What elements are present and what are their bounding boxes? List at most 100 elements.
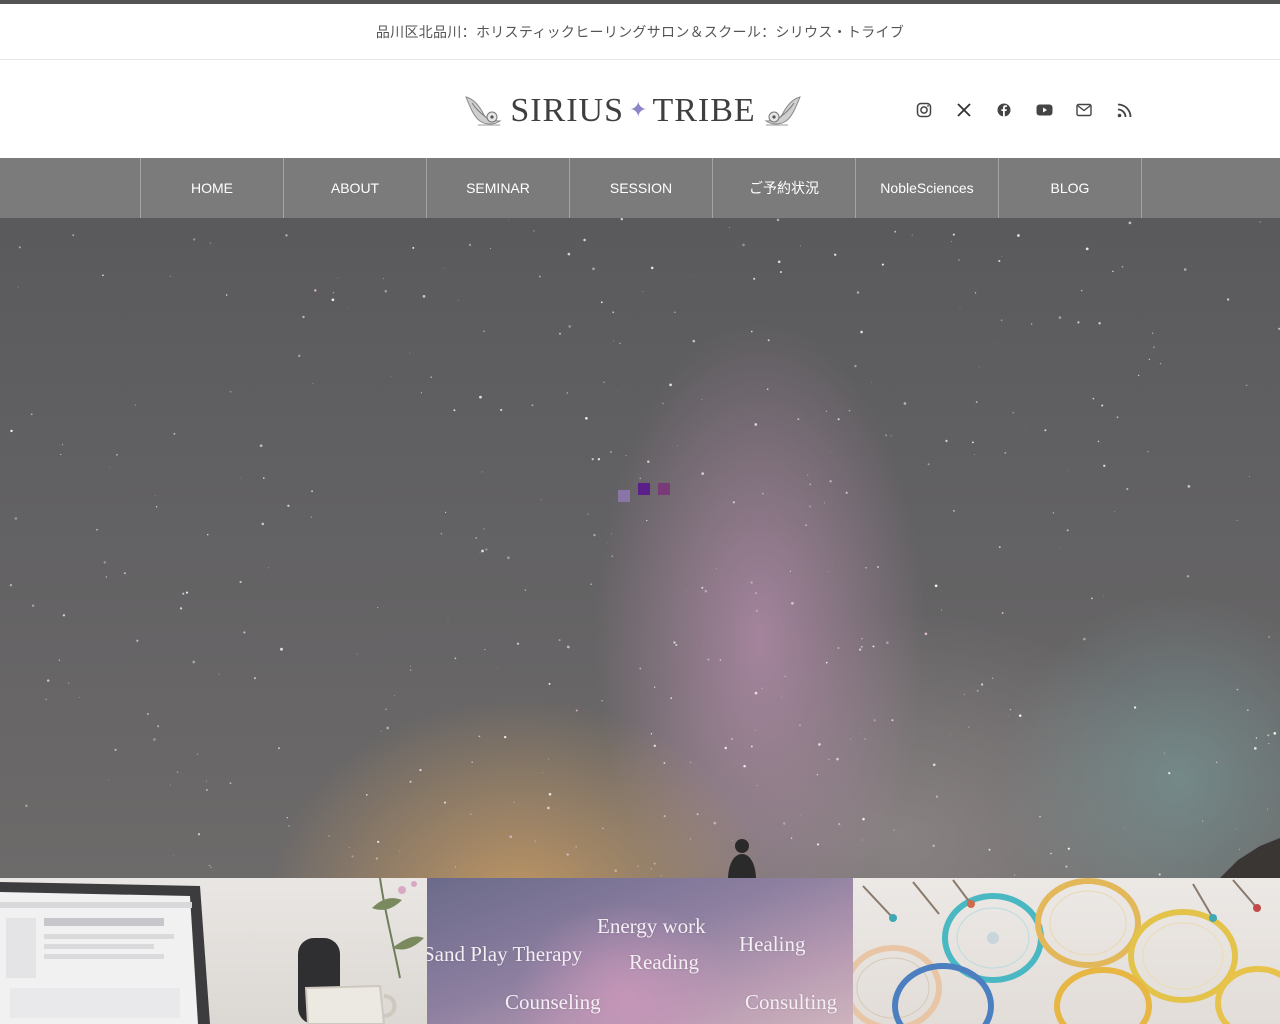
- star: [375, 857, 379, 860]
- star: [210, 866, 212, 869]
- star: [1103, 595, 1105, 597]
- loader-dot-3: [658, 483, 670, 495]
- star: [881, 263, 884, 266]
- star: [799, 724, 801, 727]
- star: [310, 516, 312, 518]
- star: [430, 376, 433, 379]
- star: [845, 491, 848, 494]
- site-logo[interactable]: SIRIUS ✦ TRIBE: [460, 88, 806, 134]
- loader-dot-2: [638, 483, 650, 495]
- star: [951, 241, 953, 243]
- panel-services-image[interactable]: Energy work Sand Play Therapy Healing Re…: [427, 878, 853, 1024]
- star: [206, 533, 209, 536]
- star: [548, 792, 552, 796]
- nav-item-session[interactable]: SESSION: [570, 158, 713, 218]
- nav-item-seminar[interactable]: SEMINAR: [427, 158, 570, 218]
- star: [864, 738, 867, 740]
- star: [873, 719, 876, 722]
- star: [1133, 706, 1137, 709]
- panel-dreamcatchers-image[interactable]: [853, 878, 1280, 1024]
- star: [685, 590, 687, 592]
- star: [67, 682, 70, 684]
- star: [1001, 256, 1003, 257]
- star: [1066, 529, 1069, 532]
- rss-icon[interactable]: [1112, 98, 1136, 122]
- star: [597, 458, 601, 461]
- mail-icon[interactable]: [1072, 98, 1096, 122]
- star: [825, 410, 827, 412]
- star: [123, 572, 126, 575]
- star: [1148, 358, 1151, 361]
- star: [420, 392, 422, 394]
- nav-item-home[interactable]: HOME: [141, 158, 284, 218]
- star: [1052, 512, 1054, 514]
- star: [243, 631, 246, 634]
- star: [731, 738, 733, 740]
- star: [548, 682, 551, 685]
- star: [1163, 752, 1166, 754]
- star: [285, 234, 288, 237]
- star: [829, 480, 832, 483]
- star: [481, 471, 483, 473]
- star: [707, 658, 710, 661]
- star: [647, 460, 650, 463]
- instagram-icon[interactable]: [912, 98, 936, 122]
- star: [827, 570, 829, 572]
- star: [591, 458, 594, 461]
- star: [1059, 547, 1061, 549]
- star: [614, 869, 618, 873]
- nav-item-noblesciences[interactable]: NobleSciences: [856, 158, 999, 218]
- star: [940, 609, 943, 611]
- star: [818, 743, 821, 746]
- star: [422, 295, 426, 298]
- star: [558, 639, 561, 642]
- star: [102, 274, 104, 277]
- star: [988, 848, 991, 851]
- nav-item-reservation-status[interactable]: ご予約状況: [713, 158, 856, 218]
- star: [103, 561, 106, 564]
- star: [1067, 469, 1069, 471]
- nav-item-blog[interactable]: BLOG: [999, 158, 1142, 218]
- star: [331, 298, 335, 302]
- logo-wordmark-sirius: SIRIUS: [510, 94, 624, 128]
- star: [854, 364, 857, 368]
- star: [862, 817, 865, 821]
- star: [1215, 761, 1218, 763]
- star: [297, 354, 301, 358]
- facebook-icon[interactable]: [992, 98, 1016, 122]
- star: [825, 661, 828, 664]
- star: [566, 645, 570, 649]
- panel-laptop-workspace-image[interactable]: [0, 878, 427, 1024]
- site-tagline: 品川区北品川：ホリスティックヒーリングサロン＆スクール：シリウス・トライブ: [0, 4, 1280, 60]
- star: [457, 299, 459, 301]
- star: [410, 665, 411, 667]
- star: [859, 648, 862, 651]
- loading-indicator: [618, 483, 678, 503]
- star: [1186, 575, 1190, 578]
- star: [229, 782, 232, 785]
- star: [419, 769, 422, 772]
- x-icon[interactable]: [952, 98, 976, 122]
- star: [469, 813, 472, 816]
- star: [751, 330, 753, 333]
- star: [816, 843, 820, 846]
- star: [743, 764, 746, 768]
- star: [169, 784, 171, 786]
- star: [860, 330, 863, 334]
- star: [1259, 221, 1261, 223]
- nav-item-about[interactable]: ABOUT: [284, 158, 427, 218]
- youtube-icon[interactable]: [1032, 98, 1056, 122]
- star: [173, 432, 176, 435]
- star: [660, 874, 662, 876]
- star: [533, 230, 535, 232]
- logo-word-sirius: SIRIUS: [510, 92, 625, 129]
- star: [861, 646, 863, 648]
- star: [173, 855, 174, 857]
- star: [412, 246, 415, 249]
- star: [1247, 709, 1249, 711]
- star: [468, 243, 472, 246]
- service-word-reading: Reading: [629, 950, 699, 974]
- star: [490, 248, 492, 250]
- star: [1077, 321, 1080, 324]
- star: [509, 835, 513, 839]
